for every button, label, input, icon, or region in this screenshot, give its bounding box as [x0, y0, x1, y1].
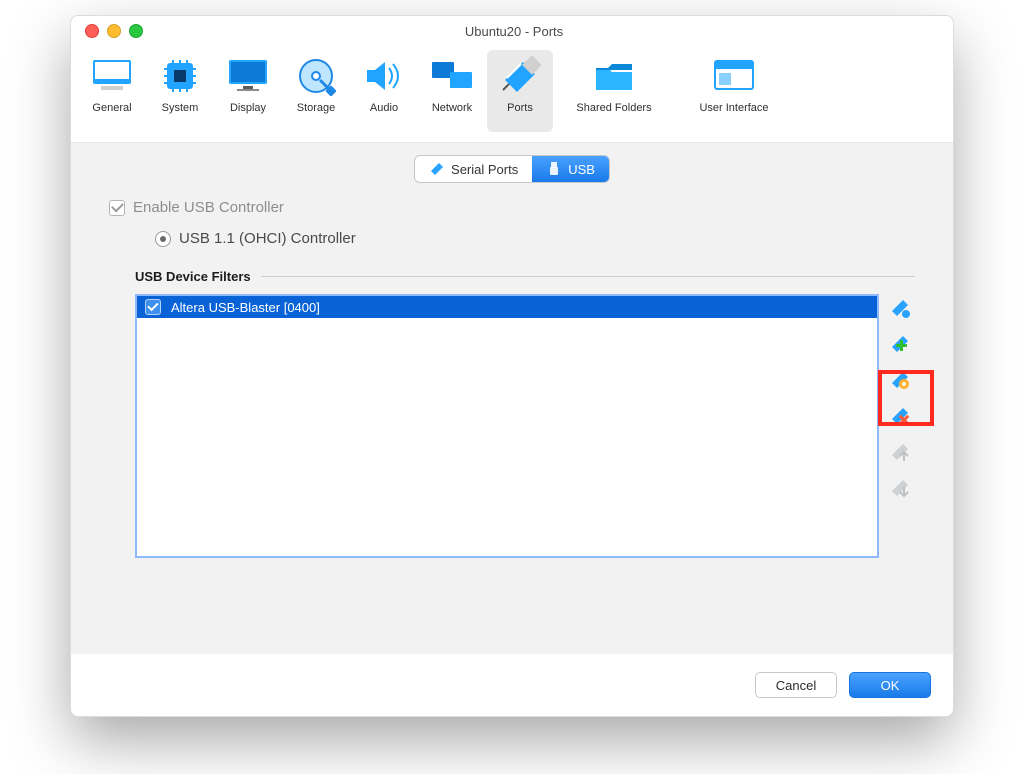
cancel-button[interactable]: Cancel: [755, 672, 837, 698]
toolbar-label: Shared Folders: [576, 102, 651, 114]
toolbar-label: System: [162, 102, 199, 114]
folder-icon: [592, 54, 636, 98]
monitor-icon: [90, 54, 134, 98]
checkbox-label: Enable USB Controller: [133, 199, 284, 216]
toolbar-label: Ports: [507, 102, 533, 114]
filter-checkbox[interactable]: [145, 299, 161, 315]
toolbar-label: Network: [432, 102, 472, 114]
usb-plug-new-icon: [889, 297, 911, 319]
speaker-icon: [362, 54, 406, 98]
toolbar-network[interactable]: Network: [419, 50, 485, 132]
serial-port-icon: [429, 161, 445, 177]
toolbar-general[interactable]: General: [79, 50, 145, 132]
move-filter-down-button: [888, 476, 912, 500]
toolbar-shared-folders[interactable]: Shared Folders: [555, 50, 673, 132]
ports-icon: [498, 54, 542, 98]
usb-plug-up-icon: [889, 441, 911, 463]
toolbar-label: Display: [230, 102, 266, 114]
chip-icon: [158, 54, 202, 98]
add-empty-filter-button[interactable]: [888, 296, 912, 320]
divider: [261, 276, 915, 277]
checkbox-icon: [109, 200, 125, 216]
add-from-device-button[interactable]: [888, 332, 912, 356]
display-icon: [226, 54, 270, 98]
filters-legend: USB Device Filters: [135, 269, 915, 284]
radio-icon: [155, 231, 171, 247]
toolbar-audio[interactable]: Audio: [351, 50, 417, 132]
dialog-buttons: Cancel OK: [71, 654, 953, 716]
network-icon: [430, 54, 474, 98]
usb-filters-list[interactable]: Altera USB-Blaster [0400]: [135, 294, 879, 558]
toolbar-label: Audio: [370, 102, 398, 114]
toolbar-system[interactable]: System: [147, 50, 213, 132]
usb-1-1-radio[interactable]: USB 1.1 (OHCI) Controller: [155, 230, 915, 247]
tab-label: USB: [568, 162, 595, 177]
minimize-window-button[interactable]: [107, 24, 121, 38]
tab-label: Serial Ports: [451, 162, 518, 177]
ui-icon: [712, 54, 756, 98]
radio-label: USB 1.1 (OHCI) Controller: [179, 230, 356, 247]
disk-icon: [294, 54, 338, 98]
enable-usb-controller-checkbox[interactable]: Enable USB Controller: [109, 199, 915, 216]
titlebar: Ubuntu20 - Ports: [71, 16, 953, 42]
move-filter-up-button: [888, 440, 912, 464]
window-title: Ubuntu20 - Ports: [143, 24, 885, 39]
annotation-highlight: [878, 370, 934, 426]
usb-plug-down-icon: [889, 477, 911, 499]
settings-body: Serial Ports USB Enable USB Controller U…: [71, 143, 953, 654]
toolbar-user-interface[interactable]: User Interface: [675, 50, 793, 132]
ok-button[interactable]: OK: [849, 672, 931, 698]
group-title: USB Device Filters: [135, 269, 251, 284]
toolbar-label: User Interface: [699, 102, 768, 114]
usb-plug-add-icon: [889, 333, 911, 355]
tab-serial-ports[interactable]: Serial Ports: [415, 156, 532, 182]
section-toolbar: General System Display Storage Audio: [71, 42, 953, 143]
filter-row[interactable]: Altera USB-Blaster [0400]: [137, 296, 877, 318]
tab-usb[interactable]: USB: [532, 156, 609, 182]
filter-side-buttons: [885, 294, 915, 558]
toolbar-ports[interactable]: Ports: [487, 50, 553, 132]
toolbar-storage[interactable]: Storage: [283, 50, 349, 132]
toolbar-display[interactable]: Display: [215, 50, 281, 132]
sub-tabs: Serial Ports USB: [89, 155, 935, 183]
usb-icon: [546, 161, 562, 177]
filter-label: Altera USB-Blaster [0400]: [171, 300, 320, 315]
zoom-window-button[interactable]: [129, 24, 143, 38]
close-window-button[interactable]: [85, 24, 99, 38]
toolbar-label: Storage: [297, 102, 336, 114]
settings-window: Ubuntu20 - Ports General System Display: [70, 15, 954, 717]
toolbar-label: General: [92, 102, 131, 114]
